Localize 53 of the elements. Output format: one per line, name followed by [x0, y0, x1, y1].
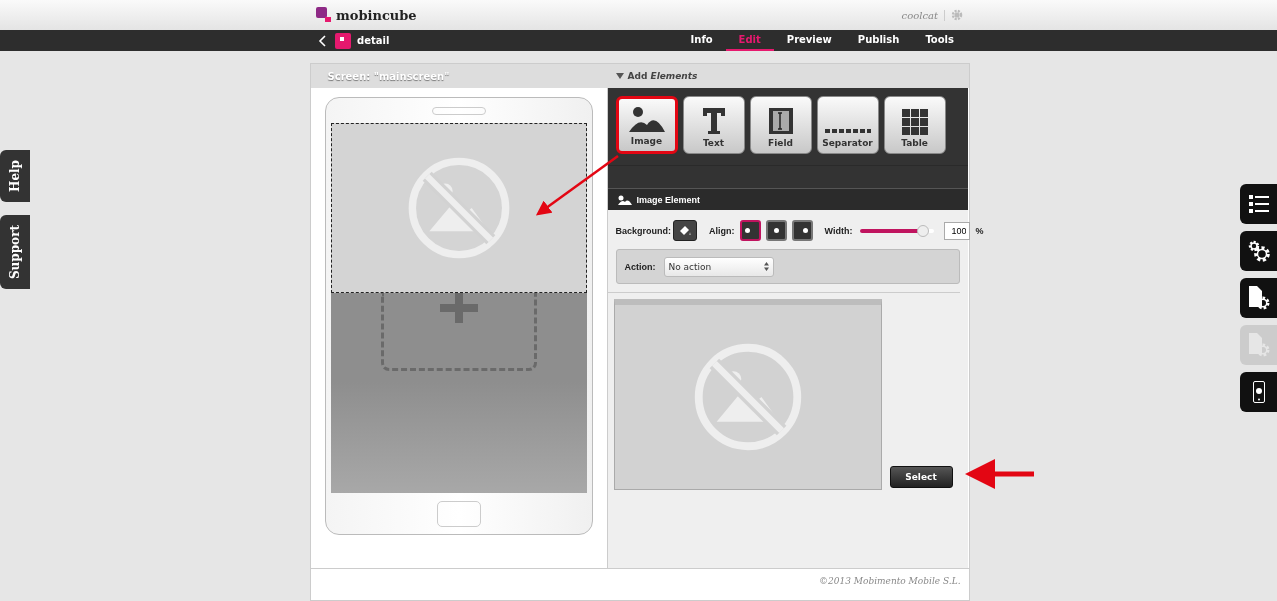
percent-unit: %	[975, 225, 984, 236]
element-button[interactable]: Text	[682, 96, 745, 154]
screen-title: Screen: "mainscreen"	[326, 70, 451, 82]
letter-t-icon	[701, 107, 726, 135]
page-gear-icon	[1247, 285, 1270, 311]
phone-icon	[1252, 381, 1265, 403]
nav-tab[interactable]: Preview	[773, 30, 845, 51]
element-button[interactable]: Field	[749, 96, 812, 154]
app-title: detail	[357, 35, 391, 46]
width-label: Width:	[824, 225, 853, 236]
background-label: Background:	[615, 225, 671, 236]
tool-tab[interactable]	[1240, 231, 1277, 271]
tool-tab[interactable]	[1240, 184, 1277, 224]
tool-tab[interactable]	[1240, 372, 1277, 412]
updown-icon	[763, 262, 769, 271]
list-icon	[1248, 195, 1269, 213]
add-elements-title: Add Elements	[627, 71, 698, 81]
side-tab[interactable]: Help	[0, 150, 30, 202]
element-button[interactable]: Image	[615, 96, 678, 154]
gears-icon	[1247, 240, 1270, 262]
slider-thumb[interactable]	[917, 224, 930, 237]
align-button[interactable]	[739, 220, 761, 241]
element-button[interactable]: Table	[883, 96, 946, 154]
image-icon	[628, 105, 665, 133]
copyright-text: ©2013 Mobimento Mobile S.L.	[819, 576, 961, 588]
action-select[interactable]: No action	[663, 256, 774, 277]
align-label: Align:	[709, 225, 735, 236]
text-cursor-icon	[767, 107, 794, 135]
triangle-down-icon[interactable]	[615, 73, 624, 79]
nav-tab[interactable]: Info	[677, 30, 726, 51]
side-tab[interactable]: Support	[0, 214, 30, 289]
panel-title: Image Element	[636, 194, 701, 205]
paint-bucket-icon	[678, 224, 692, 237]
align-button[interactable]	[791, 220, 813, 241]
width-input[interactable]: 100	[944, 221, 971, 240]
app-icon	[335, 32, 351, 49]
logo-icon	[316, 7, 332, 23]
tool-tab[interactable]	[1240, 278, 1277, 318]
background-button[interactable]	[673, 220, 697, 241]
annotation-arrow	[965, 459, 1034, 489]
logo-text: mobincube	[336, 7, 417, 23]
element-button[interactable]: Separator	[816, 96, 879, 154]
back-icon[interactable]	[318, 34, 326, 47]
dashed-line-icon	[824, 127, 871, 135]
nav-tab[interactable]: Publish	[844, 30, 913, 51]
select-button[interactable]: Select	[889, 466, 953, 488]
user-name: coolcat	[901, 9, 945, 21]
grid-icon	[901, 109, 928, 135]
action-label: Action:	[624, 261, 656, 272]
image-icon	[617, 194, 632, 205]
align-button[interactable]	[765, 220, 787, 241]
table-gear-icon	[1247, 332, 1270, 358]
nav-tab[interactable]: Tools	[912, 30, 967, 51]
